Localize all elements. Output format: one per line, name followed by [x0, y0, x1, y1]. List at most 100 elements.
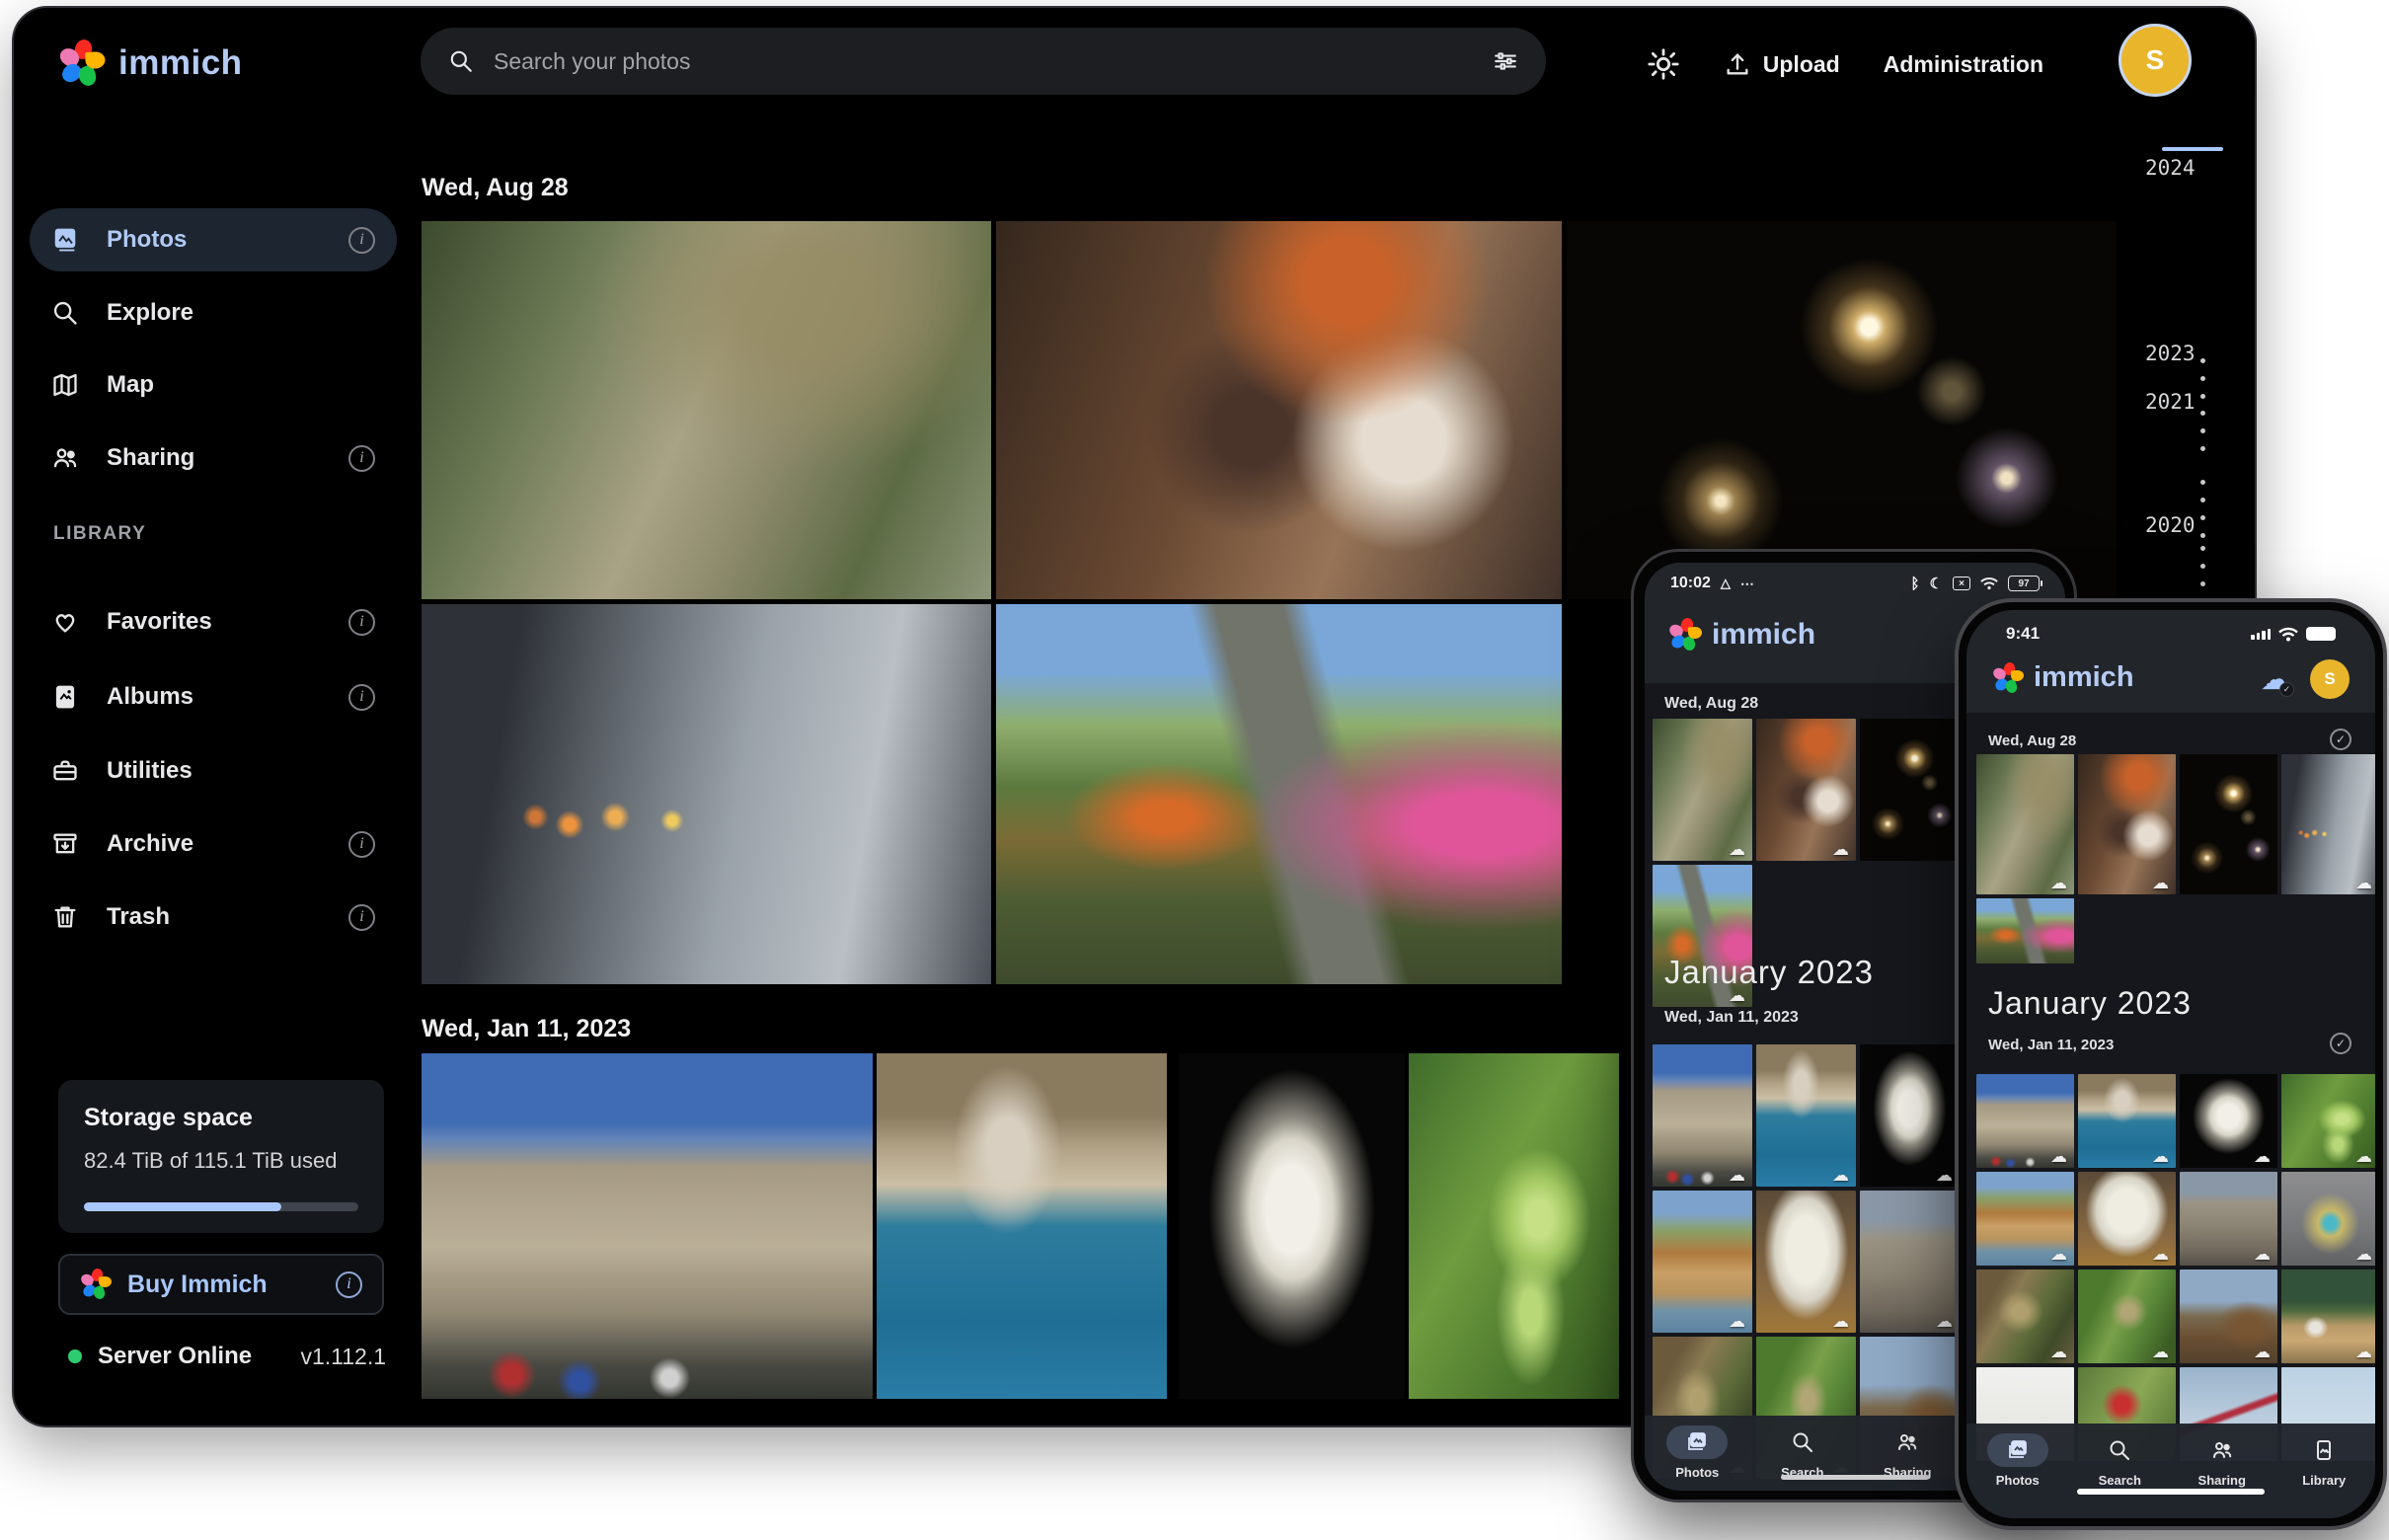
- info-icon[interactable]: i: [348, 445, 375, 472]
- cloud-backup-icon: ☁: [2355, 1148, 2372, 1165]
- cloud-backup-icon: ☁: [2152, 1246, 2169, 1263]
- scrubber-year[interactable]: 2020: [2145, 513, 2196, 537]
- thumb-beach-cliff: ☁: [1976, 1172, 2074, 1266]
- photo-coastal-town[interactable]: [877, 1053, 1167, 1399]
- administration-link[interactable]: Administration: [1884, 51, 2043, 78]
- info-icon[interactable]: i: [348, 831, 375, 858]
- cloud-backup-icon: ☁: [2254, 1344, 2271, 1360]
- sidebar-item-albums[interactable]: Albums i: [30, 665, 397, 729]
- photo-dinner-table[interactable]: [996, 221, 1562, 599]
- scrubber-ticks: [2200, 546, 2205, 586]
- sidebar-item-photos[interactable]: Photos i: [30, 208, 397, 271]
- search-input[interactable]: [494, 48, 1473, 75]
- thumb-fireworks: [1860, 719, 1960, 861]
- sidebar-item-trash[interactable]: Trash i: [30, 886, 397, 949]
- server-version: v1.112.1: [300, 1344, 386, 1370]
- thumb-dinner-table: ☁: [1756, 719, 1856, 861]
- iphone-bottom-nav: Photos Search Sharing Library: [1966, 1424, 2375, 1518]
- thumb-marble-bust: ☁: [1860, 1044, 1960, 1187]
- cloud-backup-icon: ☁: [1729, 1313, 1745, 1330]
- nav-tab-sharing: Sharing: [1877, 1416, 1938, 1480]
- date-header-aug: Wed, Aug 28: [422, 174, 569, 202]
- thumb-zoo-monkeys: ☁: [1653, 719, 1752, 861]
- sync-check-badge: ✓: [2279, 682, 2294, 697]
- sidebar-item-utilities[interactable]: Utilities: [30, 739, 397, 803]
- info-icon[interactable]: i: [348, 609, 375, 636]
- filter-sliders-icon[interactable]: [1493, 48, 1518, 74]
- info-icon[interactable]: i: [348, 904, 375, 931]
- cellular-signal-icon: [2251, 629, 2271, 640]
- status-time: 10:02: [1670, 575, 1711, 592]
- sidebar-item-map[interactable]: Map: [30, 353, 397, 417]
- app-logo[interactable]: immich: [57, 39, 243, 87]
- upload-button[interactable]: Upload: [1724, 50, 1840, 78]
- buy-immich-button[interactable]: Buy Immich i: [58, 1254, 384, 1315]
- sidebar-item-label: Explore: [107, 299, 375, 327]
- info-icon[interactable]: i: [348, 684, 375, 711]
- search-icon: [1791, 1430, 1814, 1454]
- info-icon[interactable]: i: [348, 227, 375, 254]
- sidebar-item-label: Archive: [107, 830, 321, 858]
- cloud-backup-icon: ☁: [1729, 1167, 1745, 1184]
- sidebar-item-label: Trash: [107, 903, 321, 931]
- iphone-month-header: January 2023: [1988, 985, 2192, 1022]
- immich-flower-icon: [57, 39, 105, 87]
- user-avatar: S: [2310, 659, 2350, 699]
- thumb-fortress-walls: ☁: [1653, 1044, 1752, 1187]
- photo-zoo-monkeys[interactable]: [422, 221, 991, 599]
- sidebar-item-archive[interactable]: Archive i: [30, 812, 397, 876]
- nav-tab-label: Sharing: [2198, 1473, 2246, 1488]
- cloud-backup-icon: ☁: [2152, 1148, 2169, 1165]
- library-section-label: LIBRARY: [53, 523, 146, 545]
- nav-tab-sharing: Sharing: [2192, 1424, 2253, 1488]
- storage-card: Storage space 82.4 TiB of 115.1 TiB used: [58, 1080, 384, 1233]
- theme-sun-icon[interactable]: [1647, 47, 1680, 81]
- sidebar-item-sharing[interactable]: Sharing i: [30, 426, 397, 490]
- wifi-icon: [1980, 577, 1998, 590]
- app-wordmark: immich: [118, 43, 243, 83]
- photo-holding-hands[interactable]: [422, 604, 991, 984]
- sidebar-item-explore[interactable]: Explore: [30, 281, 397, 345]
- nav-tab-label: Photos: [1675, 1465, 1719, 1480]
- thumb-fortress-walls: ☁: [1976, 1074, 2074, 1168]
- app-wordmark: immich: [1712, 618, 1815, 652]
- iphone-date-jan: Wed, Jan 11, 2023: [1988, 1037, 2114, 1053]
- cloud-backup-icon: ☁: [2355, 875, 2372, 891]
- scrubber-year[interactable]: 2021: [2145, 390, 2196, 414]
- photo-autumn-park[interactable]: [996, 604, 1562, 984]
- photos-icon: [2006, 1438, 2030, 1462]
- cloud-backup-icon: ☁: [2355, 1344, 2372, 1360]
- albums-icon: [51, 683, 79, 711]
- sidebar-item-label: Photos: [107, 226, 321, 254]
- thumb-alpine-village: ☁: [2281, 1270, 2375, 1363]
- info-icon[interactable]: i: [336, 1271, 362, 1298]
- nav-tab-search: Search: [1772, 1416, 1833, 1480]
- photo-fireworks[interactable]: [1567, 221, 2117, 599]
- user-avatar[interactable]: S: [2119, 24, 2192, 97]
- sidebar-item-label: Albums: [107, 683, 321, 711]
- cloud-backup-icon: ☁: [2050, 1148, 2067, 1165]
- heart-icon: [51, 608, 79, 636]
- people-icon: [51, 444, 79, 472]
- photo-marble-bust[interactable]: [1179, 1053, 1405, 1399]
- upload-label: Upload: [1763, 51, 1840, 78]
- thumb-zoo-monkeys: ☁: [1976, 754, 2074, 894]
- android-date-jan: Wed, Jan 11, 2023: [1664, 1009, 1799, 1027]
- sidebar-item-label: Sharing: [107, 444, 321, 472]
- photo-fortress-walls[interactable]: [422, 1053, 873, 1399]
- storage-progress-track: [84, 1202, 358, 1211]
- people-icon: [2210, 1438, 2234, 1462]
- scrubber-year[interactable]: 2023: [2145, 342, 2196, 365]
- photo-sea-grapes[interactable]: [1409, 1053, 1619, 1399]
- scrubber-year[interactable]: 2024: [2145, 156, 2196, 180]
- no-sim-icon: ×: [1953, 577, 1970, 590]
- toolbox-icon: [51, 757, 79, 785]
- scrubber-ticks: [2200, 358, 2205, 399]
- thumb-stone-ruins: ☁: [2180, 1172, 2277, 1266]
- search-bar[interactable]: [421, 28, 1546, 95]
- sidebar-item-favorites[interactable]: Favorites i: [30, 590, 397, 654]
- scrubber-ticks: [2200, 411, 2205, 451]
- scrubber-position-indicator[interactable]: [2162, 147, 2223, 151]
- ellipsis-icon: ⋯: [1740, 576, 1754, 592]
- cloud-backup-icon: ☁: [1832, 841, 1849, 858]
